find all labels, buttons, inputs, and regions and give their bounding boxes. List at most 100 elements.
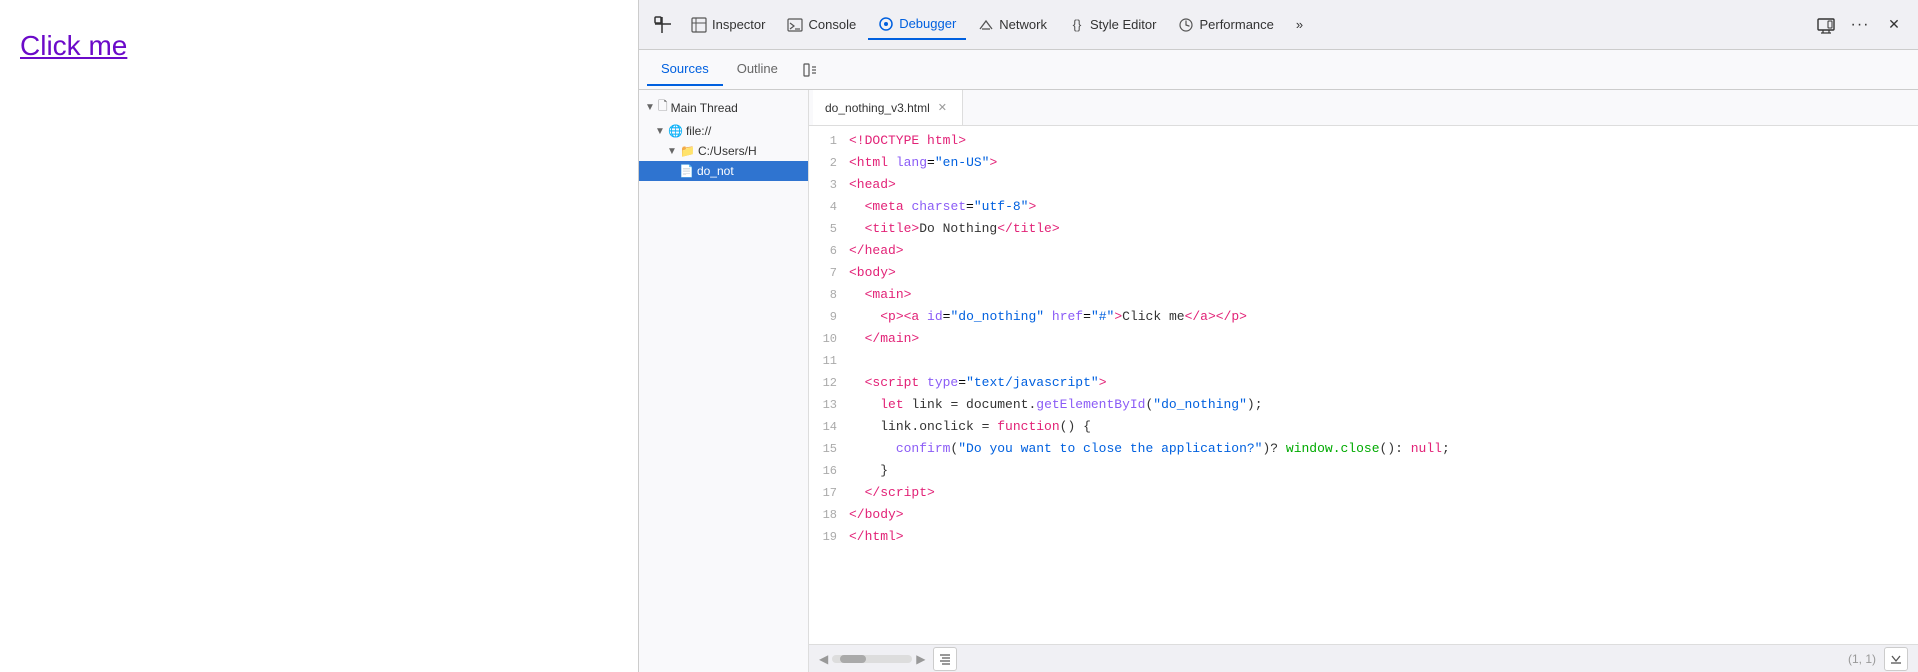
file-tab-do-nothing[interactable]: do_nothing_v3.html ✕ <box>813 90 963 125</box>
code-line-4: 4 <meta charset="utf-8"> <box>809 196 1918 218</box>
line-num-15: 15 <box>809 438 849 460</box>
code-content[interactable]: 1 <!DOCTYPE html> 2 <html lang="en-US"> … <box>809 126 1918 644</box>
line-content-10: </main> <box>849 328 1918 350</box>
performance-tab[interactable]: Performance <box>1168 11 1283 39</box>
sources-subtab[interactable]: Sources <box>647 53 723 86</box>
pick-icon <box>654 16 672 34</box>
line-content-9: <p><a id="do_nothing" href="#">Click me<… <box>849 306 1918 328</box>
globe-icon: 🌐 <box>668 124 683 138</box>
folder-dir-icon: 📁 <box>680 144 695 158</box>
main-thread-arrow: ▼ <box>645 102 655 113</box>
network-icon <box>978 17 994 33</box>
line-num-5: 5 <box>809 218 849 240</box>
inspector-icon <box>691 17 707 33</box>
line-num-19: 19 <box>809 526 849 548</box>
code-line-13: 13 let link = document.getElementById("d… <box>809 394 1918 416</box>
inspector-tab[interactable]: Inspector <box>681 11 775 39</box>
file-label: do_not <box>697 164 734 178</box>
cursor-position: (1, 1) <box>1848 652 1876 666</box>
file-icon: 📄 <box>679 164 694 178</box>
scroll-track[interactable] <box>832 655 912 663</box>
file-tab-name: do_nothing_v3.html <box>825 101 930 115</box>
line-num-16: 16 <box>809 460 849 482</box>
folder-arrow: ▼ <box>667 146 677 157</box>
collapse-sources-button[interactable] <box>796 56 824 84</box>
devtools-subtabs: Sources Outline <box>639 50 1918 90</box>
close-devtools-button[interactable]: ✕ <box>1878 9 1910 41</box>
debugger-icon <box>878 16 894 32</box>
devtools-panel: Inspector Console Debugger <box>638 0 1918 672</box>
line-num-17: 17 <box>809 482 849 504</box>
pick-element-button[interactable] <box>647 9 679 41</box>
file-url-item[interactable]: ▼ 🌐 file:// <box>639 121 808 141</box>
line-content-13: let link = document.getElementById("do_n… <box>849 394 1918 416</box>
file-item[interactable]: 📄 do_not <box>639 161 808 181</box>
line-num-9: 9 <box>809 306 849 328</box>
console-tab[interactable]: Console <box>777 11 866 39</box>
line-content-14: link.onclick = function() { <box>849 416 1918 438</box>
line-content-8: <main> <box>849 284 1918 306</box>
line-num-3: 3 <box>809 174 849 196</box>
debugger-tab[interactable]: Debugger <box>868 10 966 40</box>
line-num-12: 12 <box>809 372 849 394</box>
code-line-19: 19 </html> <box>809 526 1918 548</box>
console-icon <box>787 17 803 33</box>
line-content-1: <!DOCTYPE html> <box>849 130 1918 152</box>
code-line-8: 8 <main> <box>809 284 1918 306</box>
pretty-print-icon <box>938 652 952 666</box>
scroll-to-bottom-button[interactable] <box>1884 647 1908 671</box>
line-content-17: </script> <box>849 482 1918 504</box>
statusbar-left: ◀ ▶ <box>819 647 957 671</box>
main-thread-item[interactable]: ▼ 🗋 Main Thread <box>639 94 808 121</box>
code-line-17: 17 </script> <box>809 482 1918 504</box>
style-editor-tab[interactable]: {} Style Editor <box>1059 11 1166 39</box>
line-num-13: 13 <box>809 394 849 416</box>
options-button[interactable]: ··· <box>1844 9 1876 41</box>
line-content-19: </html> <box>849 526 1918 548</box>
folder-item[interactable]: ▼ 📁 C:/Users/H <box>639 141 808 161</box>
line-content-15: confirm("Do you want to close the applic… <box>849 438 1918 460</box>
line-content-2: <html lang="en-US"> <box>849 152 1918 174</box>
network-tab[interactable]: Network <box>968 11 1057 39</box>
line-content-18: </body> <box>849 504 1918 526</box>
responsive-design-button[interactable] <box>1810 9 1842 41</box>
scroll-bottom-icon <box>1889 652 1903 666</box>
line-num-18: 18 <box>809 504 849 526</box>
click-me-link[interactable]: Click me <box>20 30 127 61</box>
page-content: Click me <box>0 0 638 672</box>
line-num-6: 6 <box>809 240 849 262</box>
line-num-8: 8 <box>809 284 849 306</box>
line-content-6: </head> <box>849 240 1918 262</box>
devtools-toolbar: Inspector Console Debugger <box>639 0 1918 50</box>
line-num-11: 11 <box>809 350 849 372</box>
pretty-print-button[interactable] <box>933 647 957 671</box>
outline-subtab[interactable]: Outline <box>723 53 792 86</box>
line-num-14: 14 <box>809 416 849 438</box>
file-tree: ▼ 🗋 Main Thread ▼ 🌐 file:// ▼ 📁 C:/Users… <box>639 90 809 672</box>
code-editor: do_nothing_v3.html ✕ 1 <!DOCTYPE html> 2… <box>809 90 1918 672</box>
code-line-5: 5 <title>Do Nothing</title> <box>809 218 1918 240</box>
file-url-arrow: ▼ <box>655 126 665 137</box>
line-content-4: <meta charset="utf-8"> <box>849 196 1918 218</box>
scroll-right-arrow[interactable]: ▶ <box>916 652 925 666</box>
style-editor-icon: {} <box>1069 17 1085 33</box>
code-line-15: 15 confirm("Do you want to close the app… <box>809 438 1918 460</box>
file-tab-close[interactable]: ✕ <box>935 100 950 115</box>
line-content-12: <script type="text/javascript"> <box>849 372 1918 394</box>
line-content-3: <head> <box>849 174 1918 196</box>
code-line-18: 18 </body> <box>809 504 1918 526</box>
folder-icon: 🗋 <box>658 97 668 118</box>
code-line-11: 11 <box>809 350 1918 372</box>
scroll-left-arrow[interactable]: ◀ <box>819 652 828 666</box>
more-tools-button[interactable]: » <box>1286 11 1313 38</box>
code-line-7: 7 <body> <box>809 262 1918 284</box>
line-num-10: 10 <box>809 328 849 350</box>
code-line-6: 6 </head> <box>809 240 1918 262</box>
horizontal-scrollbar[interactable]: ◀ ▶ <box>819 652 925 666</box>
responsive-icon <box>1817 16 1835 34</box>
line-num-7: 7 <box>809 262 849 284</box>
code-line-10: 10 </main> <box>809 328 1918 350</box>
code-line-14: 14 link.onclick = function() { <box>809 416 1918 438</box>
line-num-2: 2 <box>809 152 849 174</box>
line-num-1: 1 <box>809 130 849 152</box>
